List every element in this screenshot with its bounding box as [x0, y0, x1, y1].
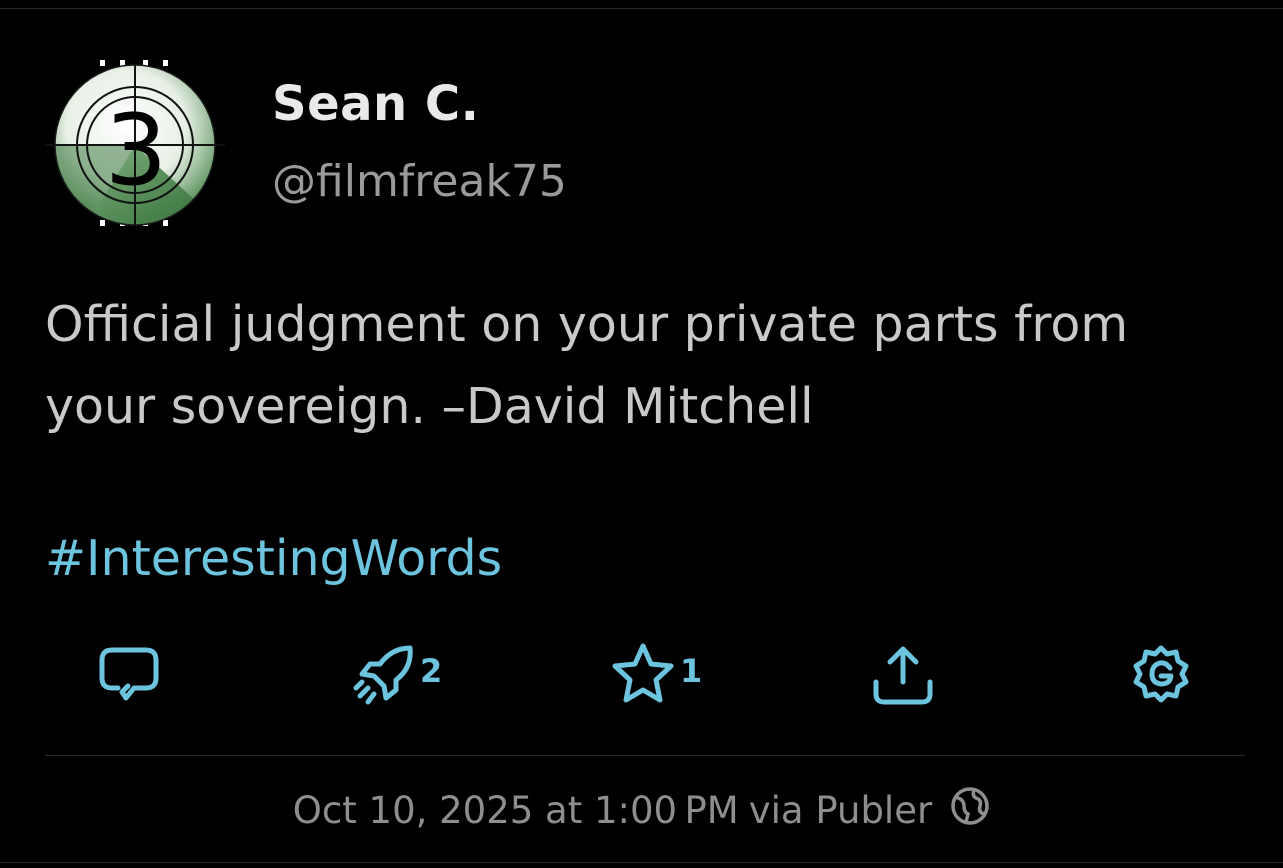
boost-button[interactable]: 2	[352, 640, 442, 710]
more-button[interactable]	[1130, 640, 1192, 710]
author-name[interactable]: Sean C.	[272, 76, 479, 132]
post-text-line: your sovereign. –David Mitchell	[45, 378, 814, 435]
post-body: Official judgment on your private parts …	[45, 284, 1260, 448]
post-meta: Oct 10, 2025 at 1:00 PM via Publer	[0, 782, 1283, 838]
reply-icon	[99, 647, 159, 701]
share-icon	[873, 646, 933, 705]
hashtag-link[interactable]: #InterestingWords	[45, 530, 502, 587]
reply-button[interactable]	[96, 640, 162, 710]
boost-count: 2	[420, 652, 443, 690]
author-handle[interactable]: @filmfreak75	[272, 156, 567, 207]
share-button[interactable]	[870, 640, 936, 710]
svg-text:3: 3	[105, 94, 167, 208]
rocket-icon	[353, 645, 413, 705]
action-bar: 2 1	[0, 640, 1283, 710]
avatar[interactable]: 3	[45, 58, 225, 228]
favorite-button[interactable]: 1	[608, 640, 702, 710]
post-text-line: Official judgment on your private parts …	[45, 296, 1129, 353]
gear-icon	[1133, 645, 1189, 703]
bottom-divider	[0, 862, 1283, 863]
star-icon	[612, 643, 674, 703]
post-detail: 3 Sean C. @filmfreak75 Official judgment…	[0, 0, 1283, 868]
favorite-count: 1	[680, 652, 703, 690]
meta-divider	[45, 755, 1245, 756]
film-countdown-3-icon: 3	[45, 60, 225, 226]
post-client[interactable]: via Publer	[749, 789, 932, 832]
post-timestamp[interactable]: Oct 10, 2025 at 1:00 PM	[293, 789, 739, 832]
globe-icon	[950, 786, 990, 835]
